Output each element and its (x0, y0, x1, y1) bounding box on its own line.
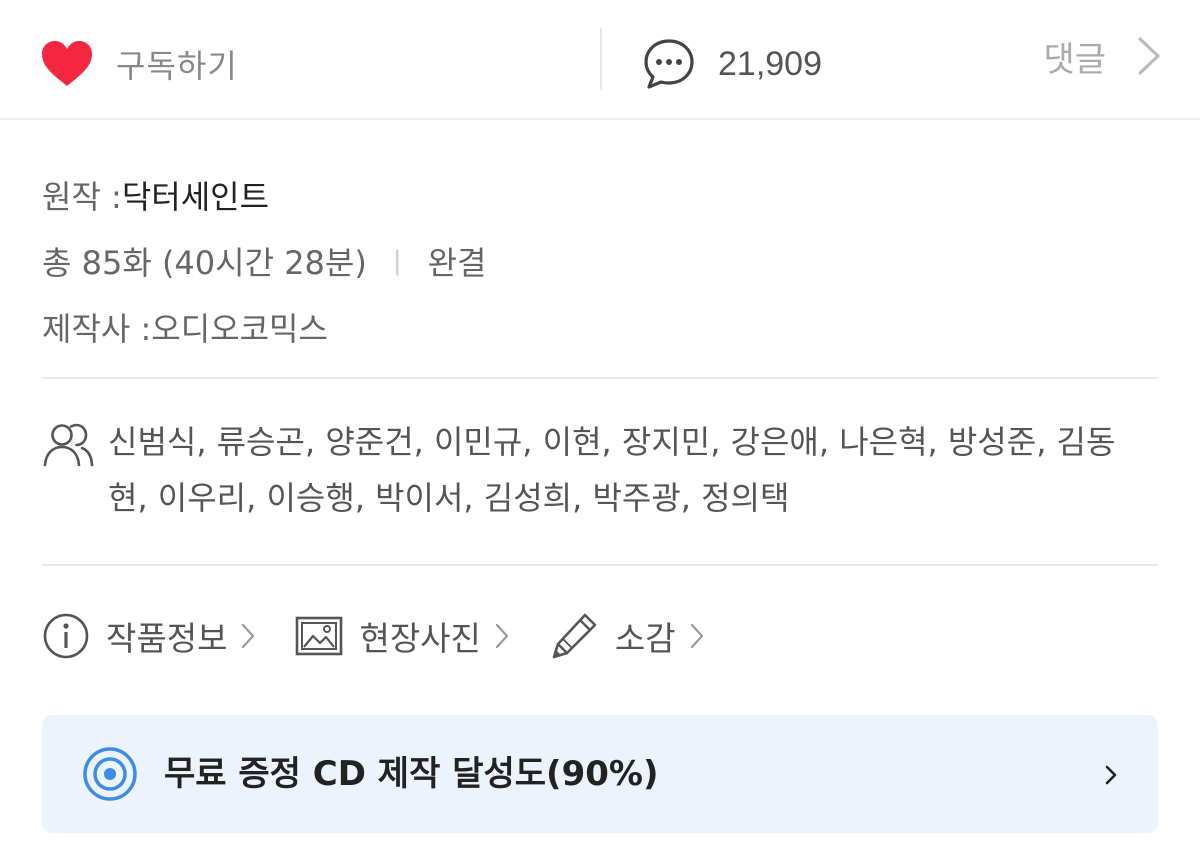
free-cd-progress-banner[interactable]: 무료 증정 CD 제작 달성도(90%) (42, 715, 1158, 833)
subscribe-button[interactable]: 구독하기 (40, 36, 238, 92)
impressions-link[interactable]: 소감 (549, 611, 704, 661)
original-author-row: 원작 : 닥터세인트 (42, 162, 1158, 228)
episode-count: 총 85화 (40시간 28분) (42, 244, 367, 282)
section-divider (42, 564, 1158, 566)
pencil-icon (552, 613, 597, 659)
work-info-link-label: 작품정보 (106, 619, 228, 658)
original-author-value: 닥터세인트 (121, 178, 270, 216)
audio-drama-detail-page: 구독하기 21,909 댓글 원작 : 닥터세인트 총 85화 (40시간 28… (0, 0, 1200, 867)
producer-key: 제작사 : (42, 310, 152, 348)
chevron-right-icon (1105, 765, 1117, 785)
banner-text: 무료 증정 CD 제작 달성도(90%) (164, 754, 659, 794)
action-bar: 구독하기 21,909 댓글 (0, 0, 1200, 120)
set-photos-link[interactable]: 현장사진 (295, 612, 509, 660)
impressions-link-label: 소감 (614, 619, 676, 658)
set-photos-link-label: 현장사진 (359, 619, 481, 658)
people-icon (43, 423, 94, 467)
separator: | (392, 246, 402, 276)
target-icon (83, 747, 137, 801)
chevron-right-icon (1138, 37, 1160, 75)
info-icon (43, 613, 89, 659)
episodes-row: 총 85화 (40시간 28분) | 완결 (42, 228, 1158, 294)
completion-status: 완결 (427, 244, 487, 282)
chevron-right-icon (495, 623, 509, 649)
work-info-link[interactable]: 작품정보 (42, 612, 255, 660)
comments-link-label: 댓글 (1043, 39, 1106, 80)
comment-count-button[interactable]: 21,909 (642, 34, 822, 94)
producer-row: 제작사 : 오디오코믹스 (42, 294, 1158, 360)
chevron-right-icon (242, 623, 255, 649)
subscribe-label: 구독하기 (116, 47, 238, 85)
comment-count: 21,909 (718, 44, 822, 83)
image-icon (296, 616, 343, 656)
work-info: 원작 : 닥터세인트 총 85화 (40시간 28분) | 완결 제작사 : 오… (42, 162, 1158, 360)
detail-links: 작품정보 현장사진 소감 (42, 604, 744, 668)
speech-bubble-icon (644, 39, 694, 89)
section-divider (42, 377, 1158, 379)
cast-names: 신범식, 류승곤, 양준건, 이민규, 이현, 장지민, 강은애, 나은혁, 방… (108, 423, 1116, 517)
cast-section: 신범식, 류승곤, 양준건, 이민규, 이현, 장지민, 강은애, 나은혁, 방… (42, 414, 1158, 526)
heart-icon (42, 41, 92, 86)
original-author-key: 원작 : (42, 178, 122, 216)
divider (600, 28, 602, 90)
producer-value: 오디오코믹스 (151, 310, 328, 348)
comments-link[interactable]: 댓글 (1043, 30, 1162, 82)
chevron-right-icon (690, 623, 703, 649)
